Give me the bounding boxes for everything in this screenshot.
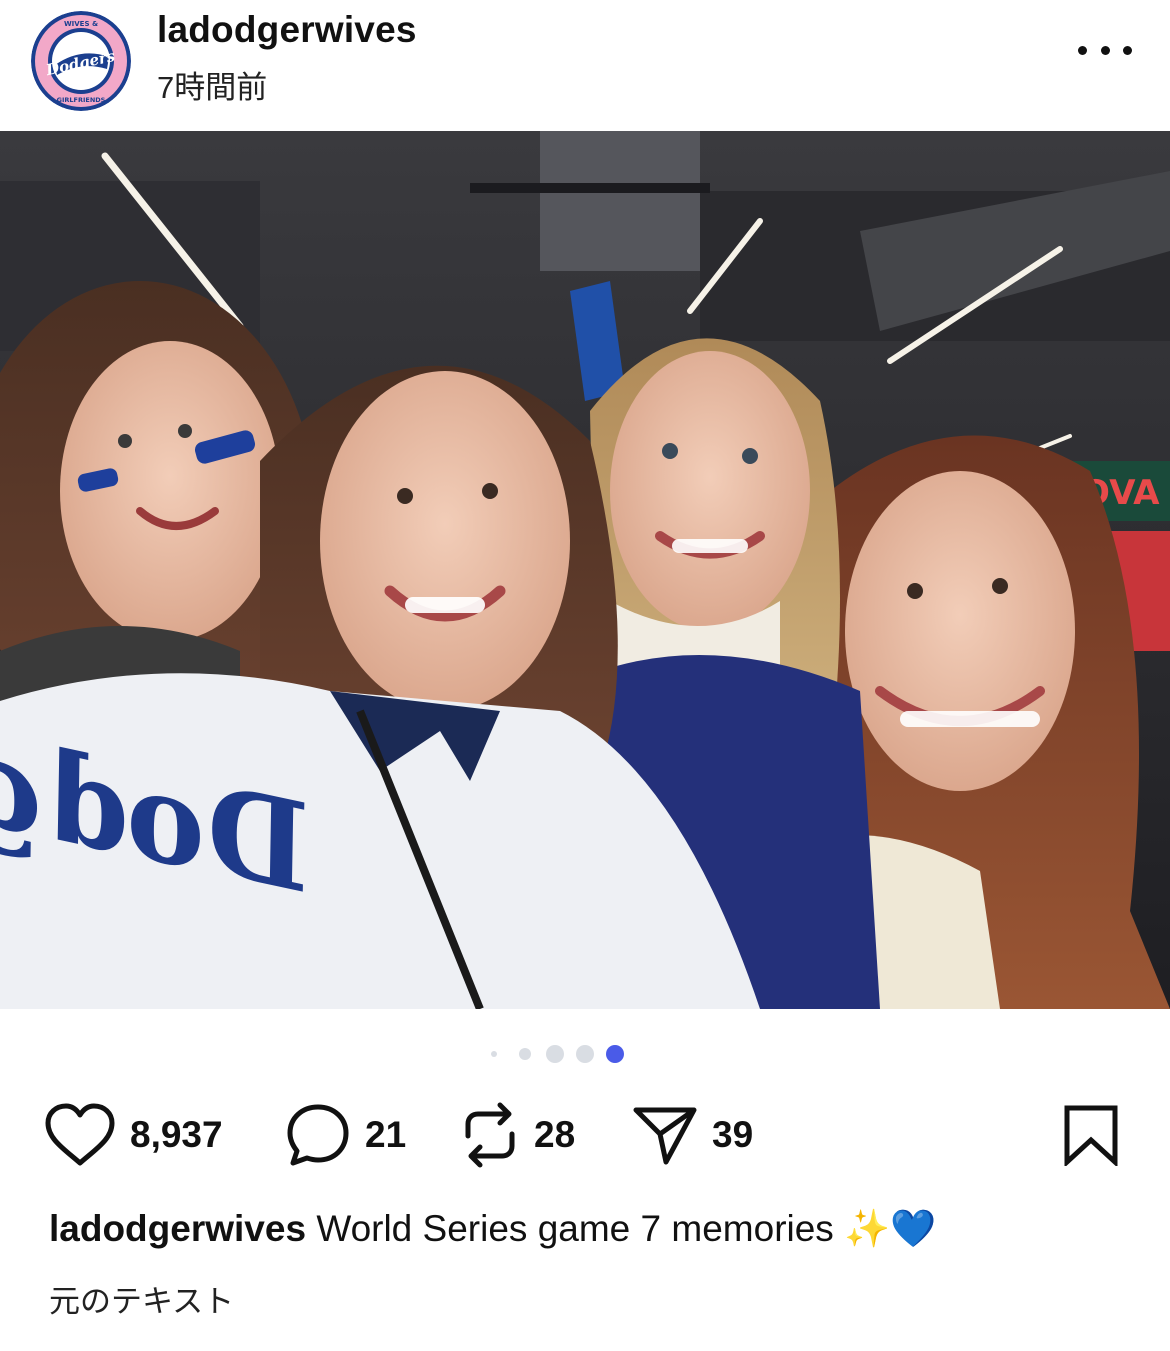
- post-photo[interactable]: AVON Dodgers: [0, 131, 1170, 1009]
- post-timestamp: 7時間前: [157, 70, 268, 105]
- carousel-indicator: [0, 1043, 1170, 1065]
- heart-icon: [45, 1103, 115, 1166]
- avatar[interactable]: Dodgers WIVES & GIRLFRIENDS: [31, 11, 131, 111]
- bookmark-icon: [1064, 1105, 1118, 1168]
- repost-button[interactable]: 28: [460, 1100, 575, 1170]
- post-header: Dodgers WIVES & GIRLFRIENDS ladodgerwive…: [0, 0, 1170, 131]
- send-icon: [633, 1107, 697, 1165]
- share-button[interactable]: 39: [632, 1100, 753, 1170]
- carousel-dot[interactable]: [519, 1048, 531, 1060]
- bookmark-button[interactable]: [1062, 1104, 1120, 1168]
- like-button[interactable]: 8,937: [44, 1100, 223, 1170]
- comment-button[interactable]: 21: [285, 1100, 406, 1170]
- action-bar: 8,937 21 28 39: [0, 1100, 1170, 1175]
- more-dot: [1078, 45, 1087, 55]
- carousel-dot[interactable]: [546, 1045, 564, 1063]
- avatar-ring-bottom: GIRLFRIENDS: [57, 96, 106, 104]
- more-dot: [1100, 45, 1110, 55]
- share-count: 39: [712, 1114, 754, 1155]
- more-icon[interactable]: [1078, 30, 1132, 70]
- comment-count: 21: [365, 1114, 407, 1155]
- see-original-link[interactable]: 元のテキスト: [49, 1276, 234, 1321]
- post-caption: ladodgerwives World Series game 7 memori…: [49, 1205, 936, 1253]
- repost-count: 28: [534, 1114, 576, 1155]
- comment-icon: [287, 1104, 349, 1166]
- avatar-ring-top: WIVES &: [64, 20, 98, 28]
- caption-text: World Series game 7 memories ✨💙: [316, 1208, 937, 1249]
- post-username[interactable]: ladodgerwives: [157, 9, 417, 51]
- more-dot: [1123, 45, 1132, 55]
- like-count: 8,937: [130, 1114, 223, 1155]
- carousel-dot[interactable]: [491, 1051, 497, 1057]
- caption-username[interactable]: ladodgerwives: [49, 1208, 306, 1249]
- carousel-dot[interactable]: [576, 1045, 594, 1063]
- carousel-dot-active[interactable]: [606, 1045, 624, 1063]
- repost-icon: [465, 1102, 515, 1168]
